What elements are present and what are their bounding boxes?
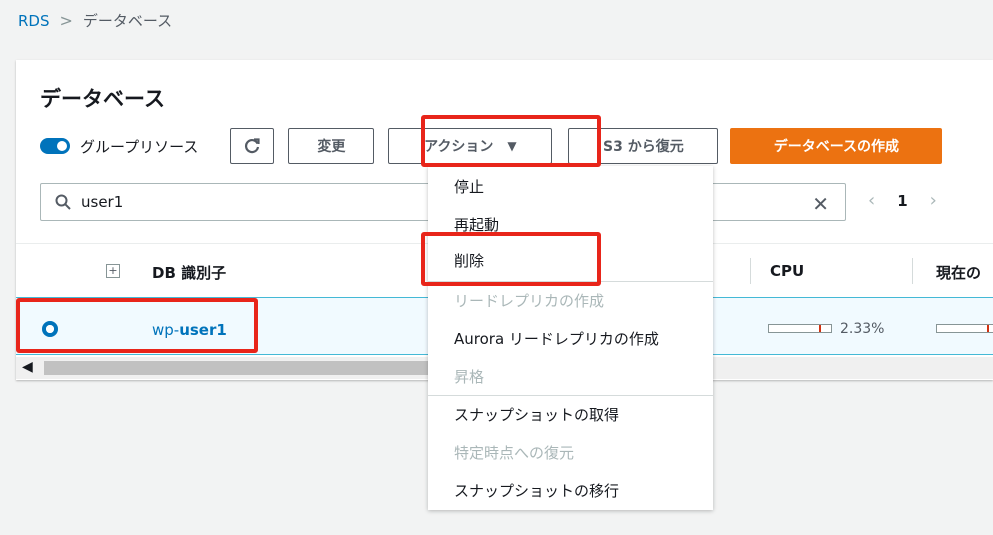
menu-item-point-in-time-restore: 特定時点への復元 xyxy=(454,444,575,462)
create-database-button[interactable]: データベースの作成 xyxy=(730,128,943,164)
current-page[interactable]: 1 xyxy=(897,192,907,210)
breadcrumb-separator-icon: > xyxy=(59,11,73,30)
row-radio-selected[interactable] xyxy=(42,321,58,337)
menu-item-take-snapshot[interactable]: スナップショットの取得 xyxy=(454,404,619,425)
current-activity-bar xyxy=(936,324,993,333)
actions-button-label: アクション xyxy=(424,139,494,155)
cpu-threshold-marker xyxy=(819,325,821,332)
menu-item-promote: 昇格 xyxy=(454,368,485,386)
menu-item-stop[interactable]: 停止 xyxy=(454,176,484,197)
breadcrumb-rds-link[interactable]: RDS xyxy=(18,12,50,30)
menu-item-create-read-replica: リードレプリカの作成 xyxy=(454,292,605,310)
activity-threshold-marker xyxy=(987,325,989,332)
menu-item-delete[interactable]: 削除 xyxy=(454,250,484,271)
refresh-button[interactable] xyxy=(230,128,275,164)
group-resources-label: グループリソース xyxy=(80,137,199,156)
breadcrumb-current: データベース xyxy=(82,12,173,30)
menu-divider xyxy=(428,395,713,396)
column-header-current[interactable]: 現在の xyxy=(936,262,981,283)
search-value: user1 xyxy=(81,193,124,211)
breadcrumb: RDS > データベース xyxy=(18,10,172,31)
column-separator xyxy=(912,258,913,284)
restore-from-s3-button[interactable]: S3 から復元 xyxy=(568,128,719,164)
actions-dropdown-menu: 停止 再起動 削除 リードレプリカの作成 Aurora リードレプリカの作成 昇… xyxy=(428,166,713,510)
menu-divider xyxy=(428,281,713,282)
column-separator xyxy=(750,258,751,284)
scrollbar-thumb[interactable] xyxy=(44,361,444,375)
modify-button[interactable]: 変更 xyxy=(288,128,375,164)
next-page-icon[interactable]: › xyxy=(930,190,937,211)
search-icon xyxy=(55,194,71,210)
toolbar: グループリソース 変更 アクション ▼ S3 から復元 データベースの作成 xyxy=(40,128,943,164)
column-header-db-id[interactable]: DB 識別子 xyxy=(152,262,226,283)
pagination: ‹ 1 › xyxy=(868,190,937,211)
scroll-left-icon[interactable]: ◀ xyxy=(22,359,33,375)
page-title: データベース xyxy=(40,87,165,111)
column-header-cpu[interactable]: CPU xyxy=(770,262,804,280)
menu-item-create-aurora-read-replica[interactable]: Aurora リードレプリカの作成 xyxy=(454,328,659,349)
menu-item-migrate-snapshot[interactable]: スナップショットの移行 xyxy=(454,480,619,501)
caret-down-icon: ▼ xyxy=(507,139,517,153)
expand-all-icon[interactable]: + xyxy=(106,264,120,278)
actions-button[interactable]: アクション ▼ xyxy=(388,128,553,164)
refresh-icon xyxy=(245,138,260,154)
clear-search-icon[interactable]: ✕ xyxy=(812,192,829,216)
prev-page-icon[interactable]: ‹ xyxy=(868,190,875,211)
db-identifier-link[interactable]: wp-user1 xyxy=(152,321,227,339)
cpu-usage-value: 2.33% xyxy=(840,321,885,337)
group-resources-toggle[interactable] xyxy=(40,138,70,154)
menu-item-reboot[interactable]: 再起動 xyxy=(454,214,499,235)
cpu-usage-bar xyxy=(768,324,832,333)
